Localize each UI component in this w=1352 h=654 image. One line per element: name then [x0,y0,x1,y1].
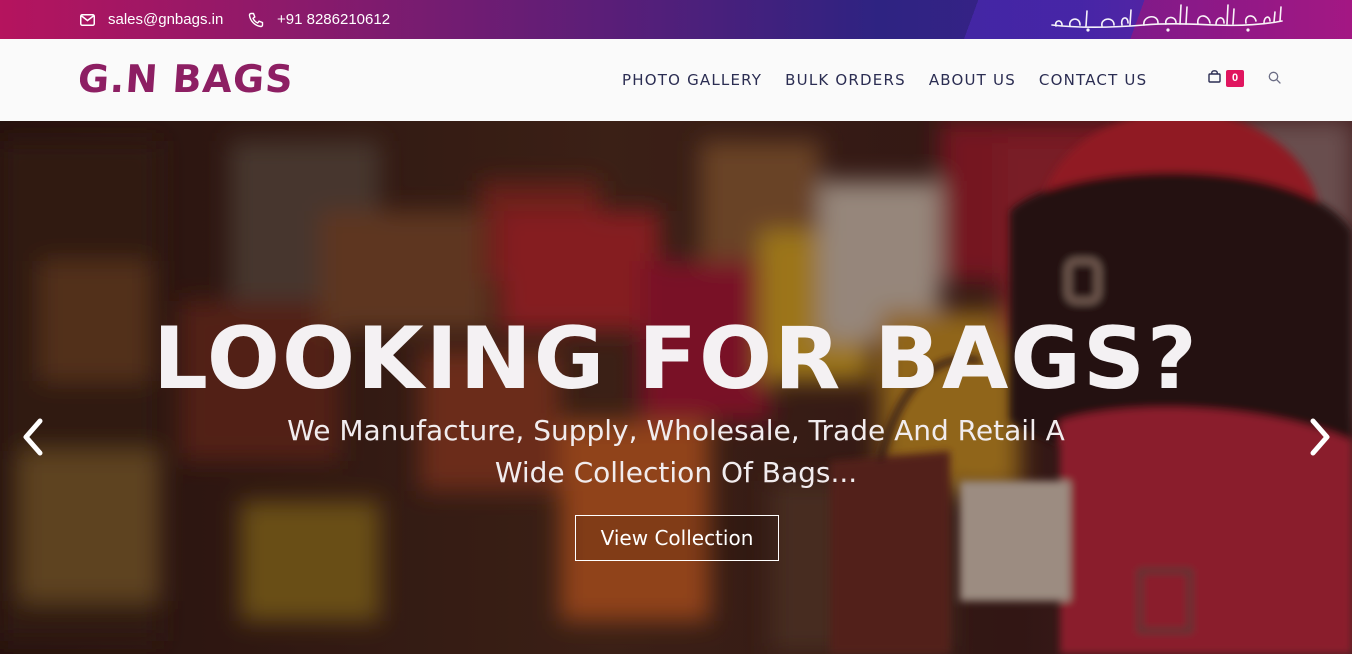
main-nav: PHOTO GALLERY BULK ORDERS ABOUT US CONTA… [622,39,1170,121]
chevron-right-icon [1305,418,1335,463]
cart-count-badge: 0 [1226,70,1244,87]
hero-title: LOOKING FOR BAGS? [153,309,1199,409]
slider-next-button[interactable] [1305,415,1335,459]
site-header: G.N BAGS PHOTO GALLERY BULK ORDERS ABOUT… [0,39,1352,121]
email-contact[interactable]: sales@gnbags.in [80,0,223,39]
email-text: sales@gnbags.in [108,11,224,28]
nav-about-us[interactable]: ABOUT US [929,71,1016,89]
top-bar: sales@gnbags.in +91 8286210612 [0,0,1352,39]
hero-slider: LOOKING FOR BAGS? We Manufacture, Supply… [0,121,1352,654]
view-collection-button[interactable]: View Collection [575,515,779,561]
search-icon [1268,71,1281,88]
hero-subtitle: We Manufacture, Supply, Wholesale, Trade… [287,414,1065,489]
search-button[interactable] [1268,71,1281,89]
cart-button[interactable]: 0 [1208,69,1244,88]
shopping-bag-icon [1208,69,1221,88]
nav-bulk-orders[interactable]: BULK ORDERS [785,71,906,89]
slider-prev-button[interactable] [18,415,48,459]
phone-text: +91 8286210612 [277,11,391,28]
phone-icon [248,12,264,28]
nav-contact-us[interactable]: CONTACT US [1039,71,1147,89]
nav-photo-gallery[interactable]: PHOTO GALLERY [622,71,762,89]
chevron-left-icon [18,418,48,463]
bismillah-calligraphy [1051,4,1283,32]
logo[interactable]: G.N BAGS [76,55,295,103]
phone-contact[interactable]: +91 8286210612 [248,0,390,39]
envelope-icon [80,13,95,26]
